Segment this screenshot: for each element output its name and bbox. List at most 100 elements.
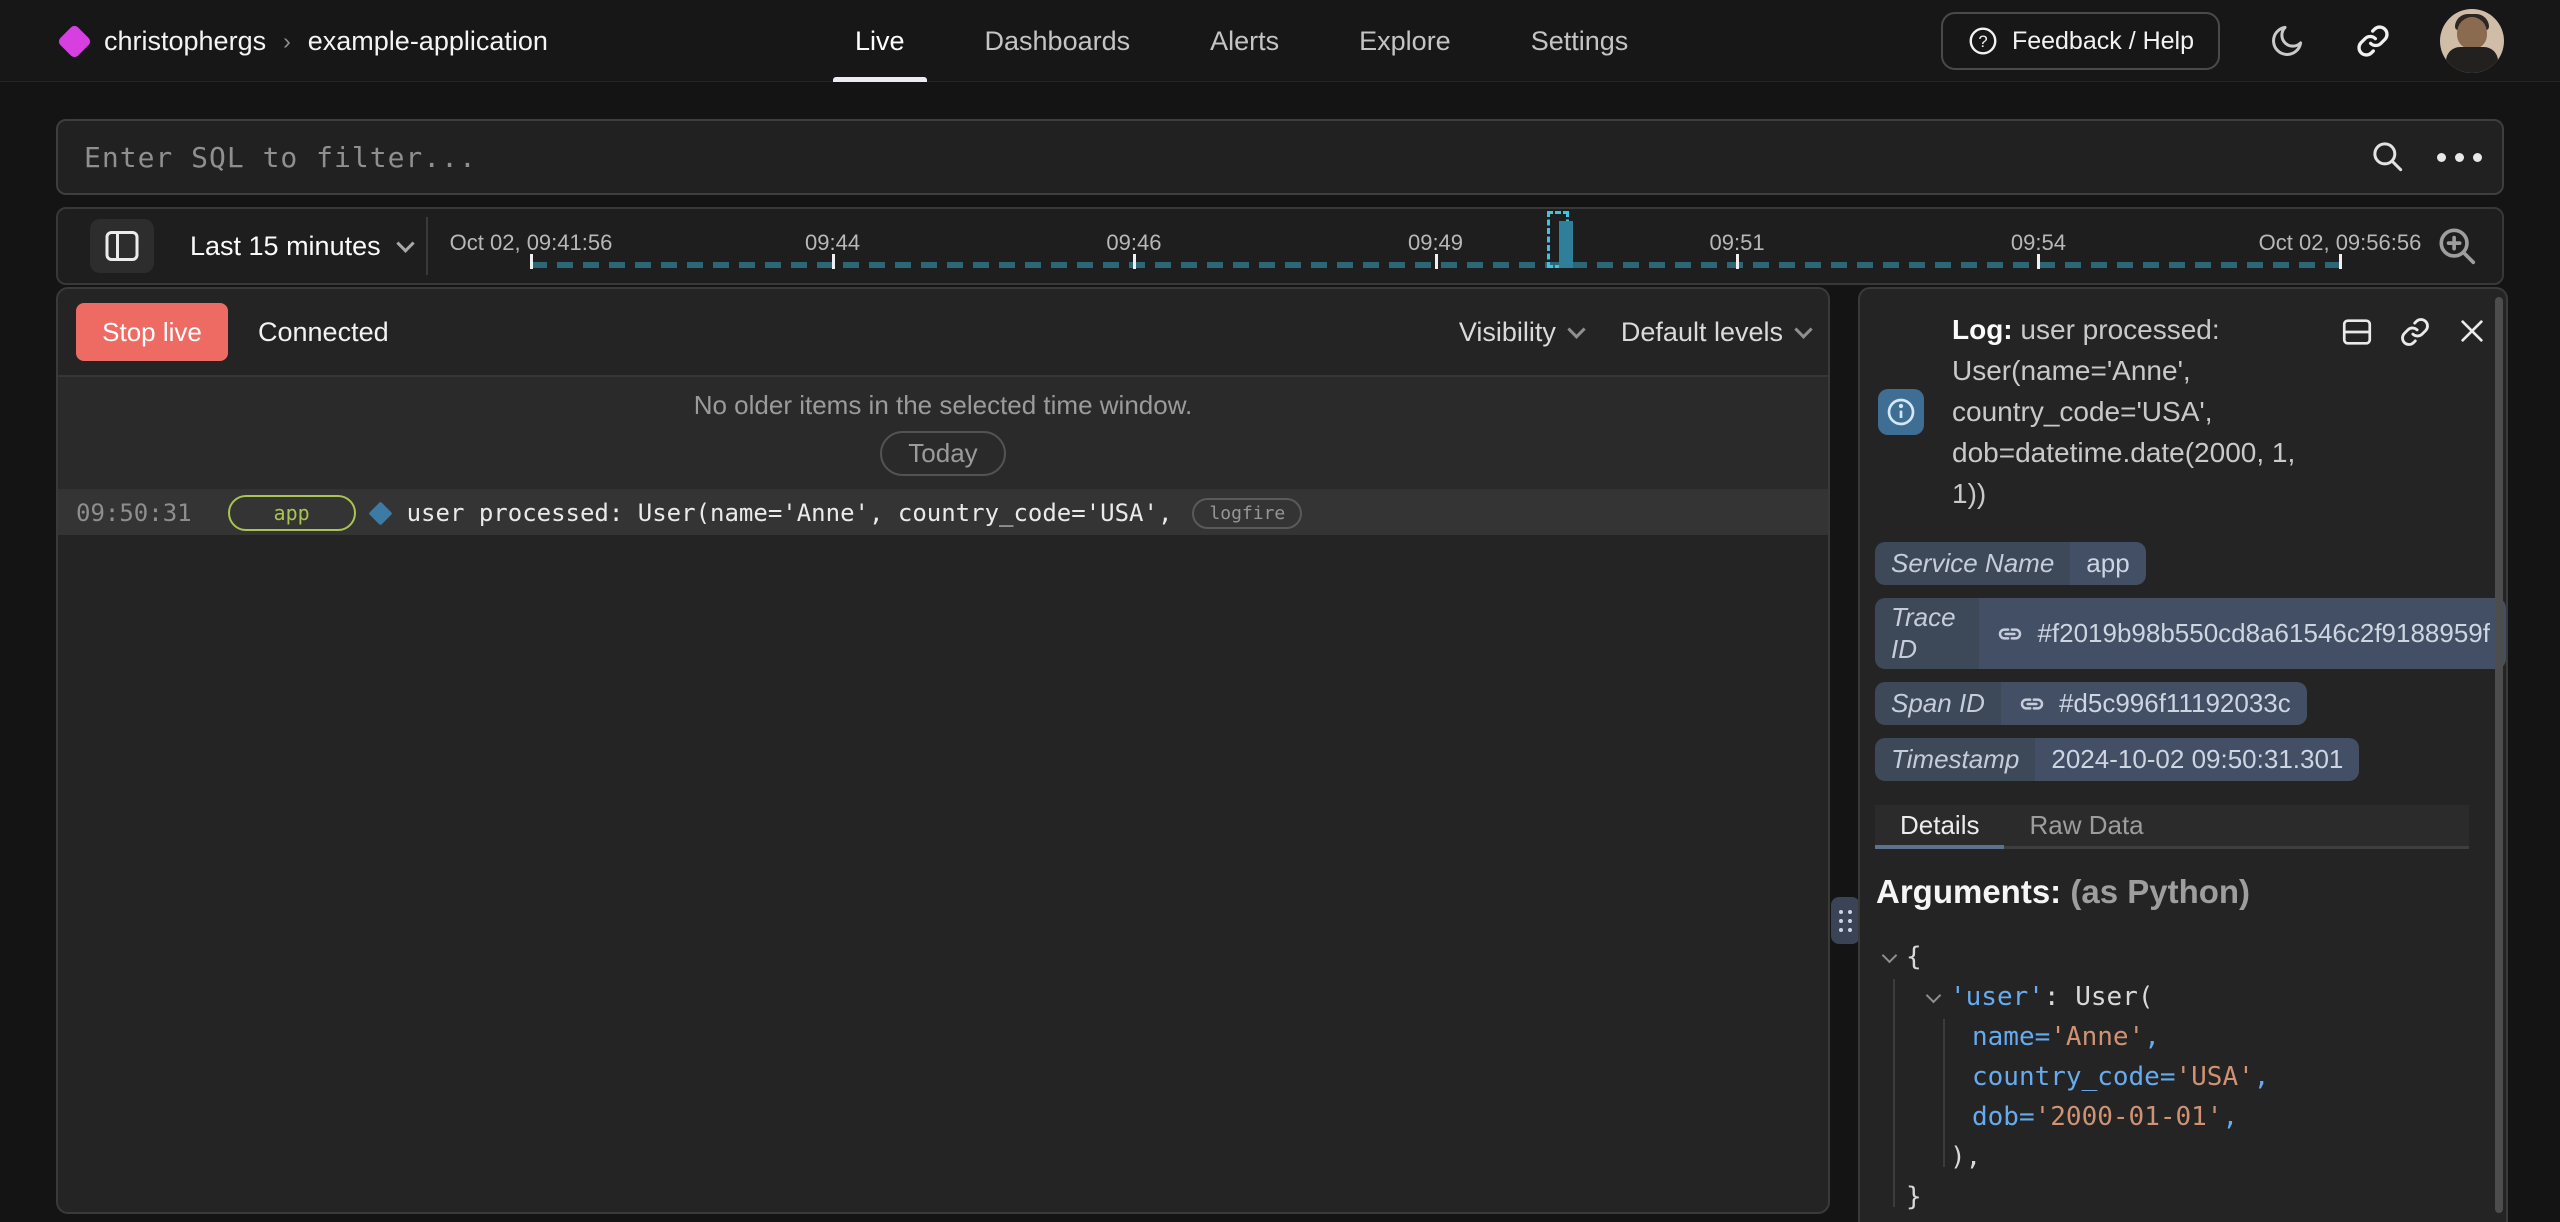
timeline-tick-mark [1133,254,1136,269]
sidebar-toggle-button[interactable] [90,219,154,273]
timeline-tick-label: 09:46 [1106,230,1161,256]
timeline-tick-mark [530,254,533,269]
sql-filter-input[interactable]: Enter SQL to filter... [58,141,2369,174]
attribute-chip-timestamp: Timestamp2024-10-02 09:50:31.301 [1875,738,2359,781]
connection-status: Connected [258,317,389,348]
code-line: ), [1876,1137,2436,1177]
timeline-bar: Last 15 minutes Oct 02, 09:41:56 Oct 02,… [56,207,2504,285]
timeline-tick-mark [1736,254,1739,269]
nav-tab-explore[interactable]: Explore [1337,0,1473,82]
nav-tab-live[interactable]: Live [833,0,927,82]
tree-collapse-icon[interactable] [1882,950,1896,964]
svg-text:?: ? [1978,32,1987,51]
breadcrumb-project[interactable]: example-application [308,26,548,57]
tree-collapse-icon[interactable] [1926,990,1940,1004]
dock-panel-icon[interactable] [2340,315,2374,349]
copy-link-icon[interactable] [2398,315,2432,349]
code-line: country_code='USA', [1876,1057,2436,1097]
log-detail-message-line: User(name='Anne', [1952,350,2372,391]
chip-value: #d5c996f11192033c [2001,682,2307,725]
arguments-heading: Arguments: (as Python) [1876,873,2250,911]
log-attribute-chips: Service Name app Trace ID #f2019b98b550cd8a… [1875,542,2506,781]
code-token: , [2144,1022,2160,1052]
breadcrumb: christophergs › example-application [104,0,548,82]
log-detail-message-line: country_code='USA', [1952,391,2372,432]
code-token: '2000-01-01' [2035,1102,2223,1132]
breadcrumb-org[interactable]: christophergs [104,26,266,57]
chip-value: 2024-10-02 09:50:31.301 [2035,738,2359,781]
time-range-dropdown[interactable]: Last 15 minutes [190,209,412,283]
code-token: , [2254,1062,2270,1092]
user-avatar[interactable] [2440,9,2504,73]
attribute-chip-service-name: Service Name app [1875,542,2146,585]
link-icon[interactable] [2017,689,2047,719]
share-link-icon[interactable] [2354,22,2392,60]
chevron-down-icon [1794,320,1812,338]
panel-resize-handle[interactable] [1831,897,1860,944]
search-icon[interactable] [2369,138,2407,176]
detail-tab-details[interactable]: Details [1875,805,2004,846]
timeline-divider [426,217,428,275]
nav-tab-settings[interactable]: Settings [1509,0,1651,82]
code-line: } [1876,1177,2436,1217]
stop-live-button[interactable]: Stop live [76,303,228,361]
visibility-dropdown[interactable]: Visibility [1459,317,1583,348]
code-token: : [2044,982,2075,1012]
code-line: 'user': User( [1876,977,2436,1017]
log-timestamp: 09:50:31 [76,499,192,527]
empty-notice-strip: No older items in the selected time wind… [58,377,1828,491]
spike-bar [1559,221,1573,268]
detail-scrollbar[interactable] [2495,297,2503,1213]
detail-tabs: DetailsRaw Data [1875,805,2469,849]
code-token: User( [2075,982,2153,1012]
chip-label: Trace ID [1875,598,1979,669]
timeline-tick-mark [1435,254,1438,269]
zoom-in-icon[interactable] [2434,223,2480,269]
code-token: } [1906,1182,1922,1212]
log-message: user processed: User(name='Anne', countr… [407,499,1173,527]
question-circle-icon: ? [1967,25,1999,57]
chip-value-text: app [2086,548,2129,579]
theme-toggle-moon-icon[interactable] [2268,22,2306,60]
chip-value-text: #f2019b98b550cd8a61546c2f9188959f [2037,618,2490,649]
timeline-end-label: Oct 02, 09:56:56 [2259,230,2422,256]
code-line: name='Anne', [1876,1017,2436,1057]
timeline-tick-label: 09:49 [1408,230,1463,256]
service-badge: app [228,495,356,531]
arguments-heading-suffix: (as Python) [2070,873,2250,910]
link-icon[interactable] [1995,619,2025,649]
split-pane-icon [104,229,140,263]
logfire-logo-icon[interactable] [57,24,92,59]
detail-tab-raw-data[interactable]: Raw Data [2004,805,2168,846]
code-token: 'USA' [2176,1062,2254,1092]
detail-panel-actions [2340,315,2488,349]
log-detail-prefix: Log: [1952,314,2013,345]
feedback-help-button[interactable]: ? Feedback / Help [1941,12,2220,70]
chip-label: Timestamp [1875,738,2035,781]
timeline-tick-label: 09:54 [2011,230,2066,256]
today-button[interactable]: Today [880,431,1005,476]
time-range-label: Last 15 minutes [190,231,381,262]
close-icon[interactable] [2456,315,2488,347]
arguments-python-tree: { 'user': User(name='Anne',country_code='… [1876,937,2436,1217]
code-token: { [1906,942,1922,972]
timeline-tick-label: 09:51 [1710,230,1765,256]
code-token: ), [1950,1142,1981,1172]
more-options-icon[interactable] [2437,153,2482,162]
timeline-axis[interactable]: Oct 02, 09:41:56 Oct 02, 09:56:56 09:440… [531,209,2340,283]
default-levels-dropdown[interactable]: Default levels [1621,317,1810,348]
attribute-chip-trace-id: Trace ID #f2019b98b550cd8a61546c2f9188959… [1875,598,2506,669]
chip-label: Service Name [1875,542,2070,585]
timeline-start-label: Oct 02, 09:41:56 [450,230,613,256]
code-line: { [1876,937,2436,977]
log-level-diamond-icon [368,501,392,525]
nav-tab-alerts[interactable]: Alerts [1188,0,1301,82]
sql-filter-bar: Enter SQL to filter... [56,119,2504,195]
live-view-panel: Stop live Connected Visibility Default l… [56,287,1830,1214]
scope-badge: logfire [1192,498,1302,529]
nav-tab-dashboards[interactable]: Dashboards [963,0,1153,82]
nav-tabs: Live Dashboards Alerts Explore Settings [833,0,1650,82]
chip-value-text: #d5c996f11192033c [2059,688,2291,719]
log-row[interactable]: 09:50:31 app user processed: User(name='… [58,491,1828,535]
live-view-header: Stop live Connected Visibility Default l… [58,289,1828,377]
